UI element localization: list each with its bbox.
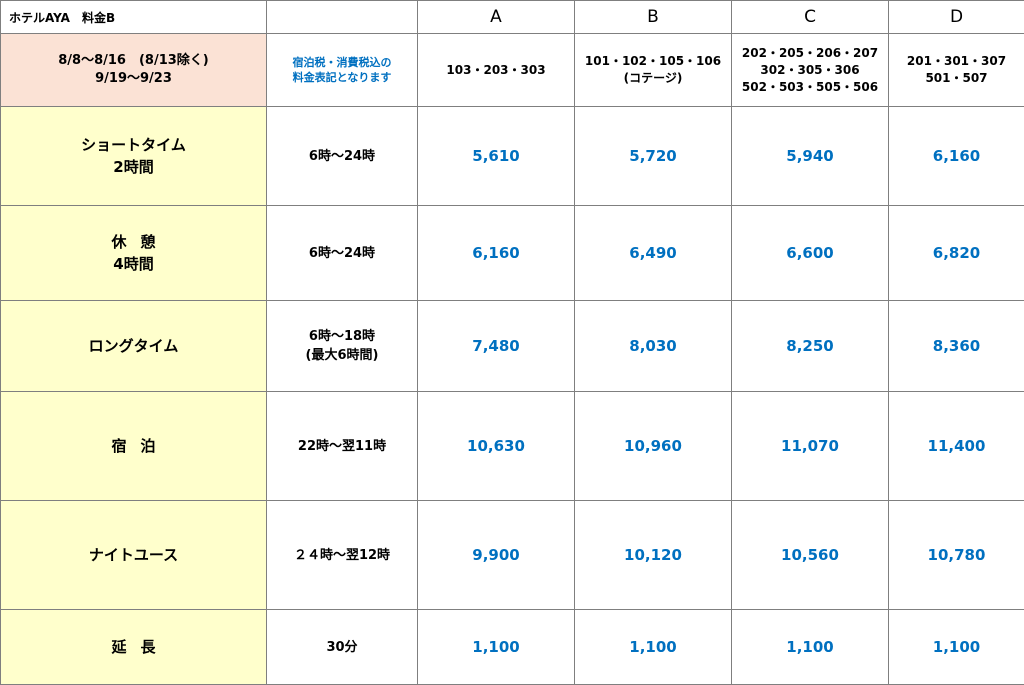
plan-time-ext: 30分 [267,610,418,685]
price-short-c: 5,940 [732,107,889,206]
price-short-a: 5,610 [418,107,575,206]
plan-name-night-line-1: ナイトユース [1,544,266,566]
price-long-d: 8,360 [889,301,1024,392]
rooms-c-line-2: 302・305・306 [732,62,888,79]
plan-name-short: ショートタイム 2時間 [1,107,267,206]
plan-time-long-line-2: (最大6時間) [267,346,417,365]
tax-note-line-2: 料金表記となります [267,70,417,85]
column-header-a: A [418,1,575,34]
plan-time-long-line-1: 6時～18時 [267,327,417,346]
plan-name-ext-line-1: 延長 [1,636,266,658]
plan-time-ext-line-1: 30分 [267,638,417,657]
plan-row-rest: 休憩 4時間 6時～24時 6,160 6,490 6,600 6,820 [1,206,1024,301]
plan-time-rest-line-1: 6時～24時 [267,244,417,263]
price-long-b: 8,030 [575,301,732,392]
rooms-b-line-1: 101・102・105・106 [575,53,731,70]
price-ext-b: 1,100 [575,610,732,685]
plan-name-stay-line-1: 宿泊 [1,435,266,457]
column-header-d: D [889,1,1024,34]
rooms-c: 202・205・206・207 302・305・306 502・503・505・… [732,34,889,107]
price-long-a: 7,480 [418,301,575,392]
plan-time-stay-line-1: 22時～翌11時 [267,437,417,456]
column-header-b: B [575,1,732,34]
plan-name-stay: 宿泊 [1,392,267,501]
plan-row-long: ロングタイム 6時～18時 (最大6時間) 7,480 8,030 8,250 … [1,301,1024,392]
plan-time-night: ２４時～翌12時 [267,501,418,610]
plan-name-ext: 延長 [1,610,267,685]
price-ext-d: 1,100 [889,610,1024,685]
price-rest-b: 6,490 [575,206,732,301]
tax-note-cell: 宿泊税・消費税込の 料金表記となります [267,34,418,107]
price-rest-c: 6,600 [732,206,889,301]
room-range-row: 8/8～8/16 (8/13除く) 9/19～9/23 宿泊税・消費税込の 料金… [1,34,1024,107]
rooms-c-line-3: 502・503・505・506 [732,79,888,96]
price-night-c: 10,560 [732,501,889,610]
price-night-a: 9,900 [418,501,575,610]
price-short-b: 5,720 [575,107,732,206]
plan-name-long: ロングタイム [1,301,267,392]
plan-name-short-line-2: 2時間 [1,156,266,178]
plan-time-night-line-1: ２４時～翌12時 [267,546,417,565]
sheet-title: ホテルAYA 料金B [1,1,267,34]
plan-time-short-line-1: 6時～24時 [267,147,417,166]
price-stay-a: 10,630 [418,392,575,501]
plan-name-rest: 休憩 4時間 [1,206,267,301]
plan-row-night: ナイトユース ２４時～翌12時 9,900 10,120 10,560 10,7… [1,501,1024,610]
plan-row-ext: 延長 30分 1,100 1,100 1,100 1,100 [1,610,1024,685]
price-long-c: 8,250 [732,301,889,392]
column-header-c: C [732,1,889,34]
price-rest-d: 6,820 [889,206,1024,301]
rooms-a-line-1: 103・203・303 [418,62,574,79]
plan-name-rest-line-1: 休憩 [1,231,266,253]
price-stay-d: 11,400 [889,392,1024,501]
price-night-b: 10,120 [575,501,732,610]
price-rest-a: 6,160 [418,206,575,301]
period-line-2: 9/19～9/23 [1,70,266,88]
price-short-d: 6,160 [889,107,1024,206]
plan-time-long: 6時～18時 (最大6時間) [267,301,418,392]
plan-time-rest: 6時～24時 [267,206,418,301]
plan-time-stay: 22時～翌11時 [267,392,418,501]
tax-note-line-1: 宿泊税・消費税込の [267,55,417,70]
plan-row-stay: 宿泊 22時～翌11時 10,630 10,960 11,070 11,400 [1,392,1024,501]
period-line-1: 8/8～8/16 (8/13除く) [1,52,266,70]
rooms-d: 201・301・307 501・507 [889,34,1024,107]
plan-name-short-line-1: ショートタイム [1,134,266,156]
rooms-a: 103・203・303 [418,34,575,107]
price-night-d: 10,780 [889,501,1024,610]
price-stay-b: 10,960 [575,392,732,501]
price-stay-c: 11,070 [732,392,889,501]
price-ext-c: 1,100 [732,610,889,685]
rooms-c-line-1: 202・205・206・207 [732,45,888,62]
price-ext-a: 1,100 [418,610,575,685]
plan-name-long-line-1: ロングタイム [1,335,266,357]
blank-header-cell [267,1,418,34]
plan-name-rest-line-2: 4時間 [1,253,266,275]
plan-row-short: ショートタイム 2時間 6時～24時 5,610 5,720 5,940 6,1… [1,107,1024,206]
rooms-b-line-2: (コテージ) [575,70,731,87]
plan-time-short: 6時～24時 [267,107,418,206]
rooms-b: 101・102・105・106 (コテージ) [575,34,732,107]
rooms-d-line-2: 501・507 [889,70,1024,87]
rate-table: ホテルAYA 料金B A B C D 8/8～8/16 (8/13除く) 9/1… [0,0,1024,685]
plan-name-night: ナイトユース [1,501,267,610]
header-row: ホテルAYA 料金B A B C D [1,1,1024,34]
rooms-d-line-1: 201・301・307 [889,53,1024,70]
period-cell: 8/8～8/16 (8/13除く) 9/19～9/23 [1,34,267,107]
